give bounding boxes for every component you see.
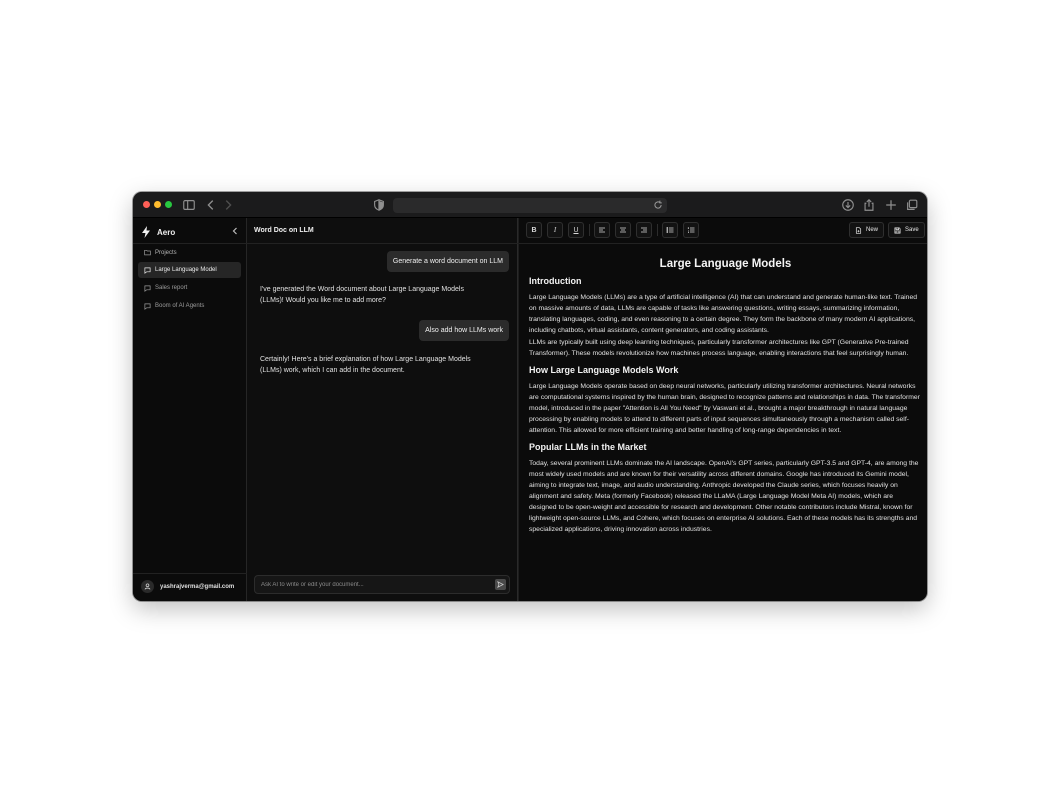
chat-bubble-icon — [144, 285, 151, 292]
paragraph: Large Language Models (LLMs) are a type … — [529, 294, 918, 334]
chat-bubble-icon — [144, 267, 151, 274]
collapse-sidebar-icon[interactable] — [230, 226, 240, 236]
avatar — [141, 580, 154, 593]
minimize-window-button[interactable] — [154, 201, 161, 208]
download-icon[interactable] — [841, 198, 855, 212]
chat-input-box — [254, 575, 510, 594]
file-plus-icon — [855, 226, 862, 234]
sidebar-item-large-language-model[interactable]: Large Language Model — [138, 262, 241, 278]
italic-button[interactable]: I — [547, 222, 563, 238]
align-center-button[interactable] — [615, 222, 631, 238]
send-button[interactable] — [495, 579, 506, 590]
section-heading: Introduction — [529, 276, 582, 286]
user-account[interactable]: yashrajverma@gmail.com — [141, 580, 234, 593]
zoom-window-button[interactable] — [165, 201, 172, 208]
share-icon[interactable] — [862, 198, 876, 212]
document-title: Large Language Models — [659, 258, 792, 270]
bold-button[interactable]: B — [526, 222, 542, 238]
align-right-button[interactable] — [636, 222, 652, 238]
numbered-list-button[interactable] — [683, 222, 699, 238]
privacy-shield-icon[interactable] — [372, 198, 386, 212]
sidebar-item-label: Sales report — [155, 285, 188, 291]
sidebar-toggle-icon[interactable] — [182, 198, 196, 212]
section-heading: Popular LLMs in the Market — [529, 442, 647, 452]
brand-name: Aero — [157, 227, 176, 237]
user-message: Also add how LLMs work — [419, 320, 509, 341]
align-center-icon — [620, 227, 626, 233]
paragraph: LLMs are typically built using deep lear… — [529, 339, 909, 357]
toolbar-divider — [519, 243, 927, 244]
close-window-button[interactable] — [143, 201, 150, 208]
bolt-logo-icon — [141, 226, 151, 238]
projects-label: Projects — [155, 249, 177, 256]
align-left-icon — [599, 227, 605, 233]
align-left-button[interactable] — [594, 222, 610, 238]
user-message: Generate a word document on LLM — [386, 251, 509, 272]
new-document-button[interactable]: New — [849, 222, 885, 238]
save-button[interactable]: Save — [888, 222, 925, 238]
user-email: yashrajverma@gmail.com — [160, 583, 235, 590]
document-editor[interactable]: Large Language Models Introduction Large… — [529, 248, 922, 598]
sidebar-divider — [133, 243, 247, 244]
folder-icon — [144, 249, 151, 256]
assistant-message: Certainly! Here's a brief explanation of… — [260, 356, 471, 374]
chat-title: Word Doc on LLM — [254, 227, 314, 234]
paragraph: Today, several prominent LLMs dominate t… — [529, 460, 919, 533]
sidebar: Aero Projects Large Language Model Sales… — [133, 218, 247, 601]
save-icon — [894, 227, 901, 233]
chat-header-divider — [247, 243, 518, 244]
sidebar-item-sales-report[interactable]: Sales report — [138, 280, 241, 296]
reload-icon[interactable] — [653, 200, 663, 210]
sidebar-item-label: Large Language Model — [155, 267, 217, 273]
back-icon[interactable] — [204, 198, 218, 212]
forward-icon[interactable] — [221, 198, 235, 212]
sidebar-item-boom-of-ai-agents[interactable]: Boom of AI Agents — [138, 298, 241, 314]
paragraph: Large Language Models operate based on d… — [529, 383, 920, 434]
send-icon — [497, 581, 504, 588]
underline-button[interactable]: U — [568, 222, 584, 238]
chat-panel: Word Doc on LLM Generate a word document… — [247, 218, 518, 601]
new-button-label: New — [866, 227, 879, 233]
projects-section-label: Projects — [144, 249, 177, 256]
document-panel: B I U New Save Large Language Models Int… — [518, 218, 927, 601]
toolbar-separator — [589, 224, 590, 236]
address-bar[interactable] — [393, 198, 667, 213]
align-right-icon — [641, 227, 647, 233]
brand: Aero — [141, 225, 175, 239]
bullet-list-button[interactable] — [662, 222, 678, 238]
sidebar-item-label: Boom of AI Agents — [155, 303, 205, 309]
tab-overview-icon[interactable] — [905, 198, 919, 212]
section-heading: How Large Language Models Work — [529, 365, 679, 375]
new-tab-icon[interactable] — [884, 198, 898, 212]
bullet-list-icon — [666, 227, 674, 233]
save-button-label: Save — [905, 227, 919, 233]
sidebar-footer-divider — [133, 573, 247, 574]
assistant-message: I've generated the Word document about L… — [260, 286, 464, 304]
chat-bubble-icon — [144, 303, 151, 310]
user-icon — [144, 583, 151, 590]
chat-input[interactable] — [261, 579, 486, 590]
browser-window: Aero Projects Large Language Model Sales… — [133, 192, 927, 601]
numbered-list-icon — [687, 227, 695, 233]
toolbar-separator — [657, 224, 658, 236]
browser-toolbar — [133, 192, 927, 218]
